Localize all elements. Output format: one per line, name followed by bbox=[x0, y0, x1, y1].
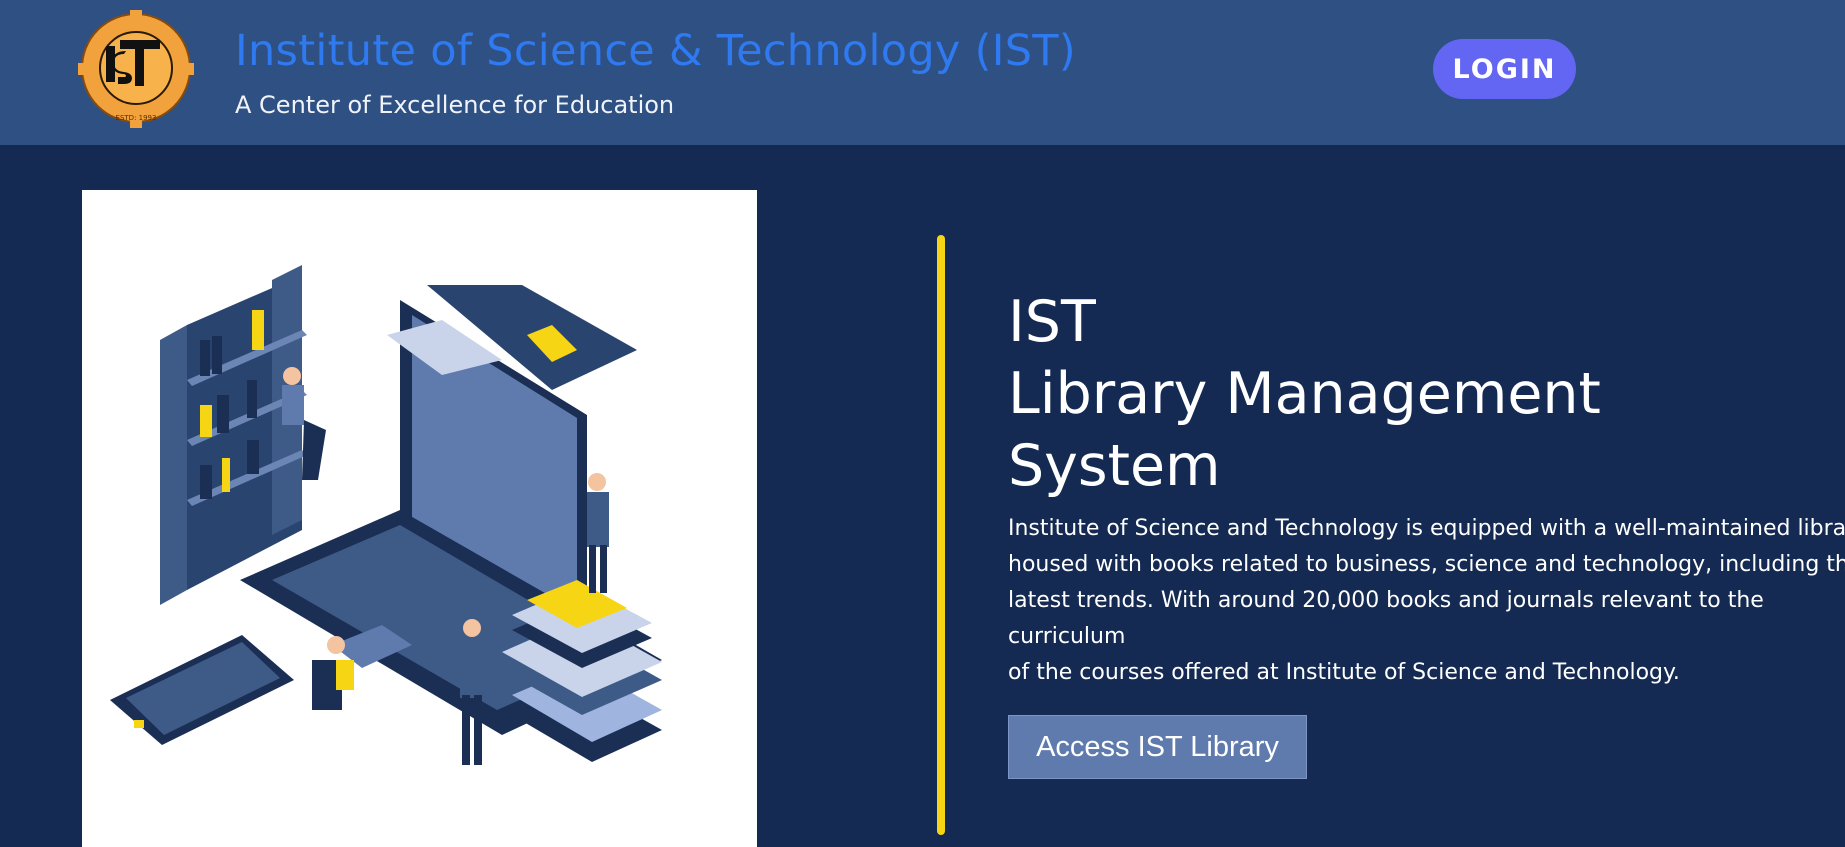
login-button[interactable]: LOGIN bbox=[1433, 39, 1576, 99]
access-library-button[interactable]: Access IST Library bbox=[1008, 715, 1307, 779]
ist-logo-emblem: ESTD: 1993 bbox=[78, 10, 194, 128]
site-title: Institute of Science & Technology (IST) bbox=[235, 26, 1076, 76]
hero-heading-line-3: System bbox=[1008, 433, 1221, 499]
hero-description-line: latest trends. With around 20,000 books … bbox=[1008, 588, 1764, 613]
ist-logo[interactable]: ESTD: 1993 bbox=[72, 8, 200, 132]
library-illustration-art bbox=[110, 265, 662, 765]
hero-heading-line-2: Library Management bbox=[1008, 361, 1601, 427]
hero-description-line: housed with books related to business, s… bbox=[1008, 552, 1845, 577]
hero-description-line: of the courses offered at Institute of S… bbox=[1008, 660, 1680, 685]
hero-description-line: Institute of Science and Technology is e… bbox=[1008, 516, 1845, 541]
hero-heading: IST Library Management System bbox=[1008, 286, 1601, 502]
library-illustration bbox=[82, 190, 757, 847]
hero-heading-line-1: IST bbox=[1008, 289, 1096, 355]
hero-description: Institute of Science and Technology is e… bbox=[1008, 511, 1845, 691]
hero-description-line: curriculum bbox=[1008, 624, 1126, 649]
logo-estd-text: ESTD: 1993 bbox=[116, 114, 157, 122]
site-header: ESTD: 1993 Institute of Science & Techno… bbox=[0, 0, 1845, 145]
accent-bar bbox=[937, 235, 945, 835]
site-subtitle: A Center of Excellence for Education bbox=[235, 91, 675, 119]
